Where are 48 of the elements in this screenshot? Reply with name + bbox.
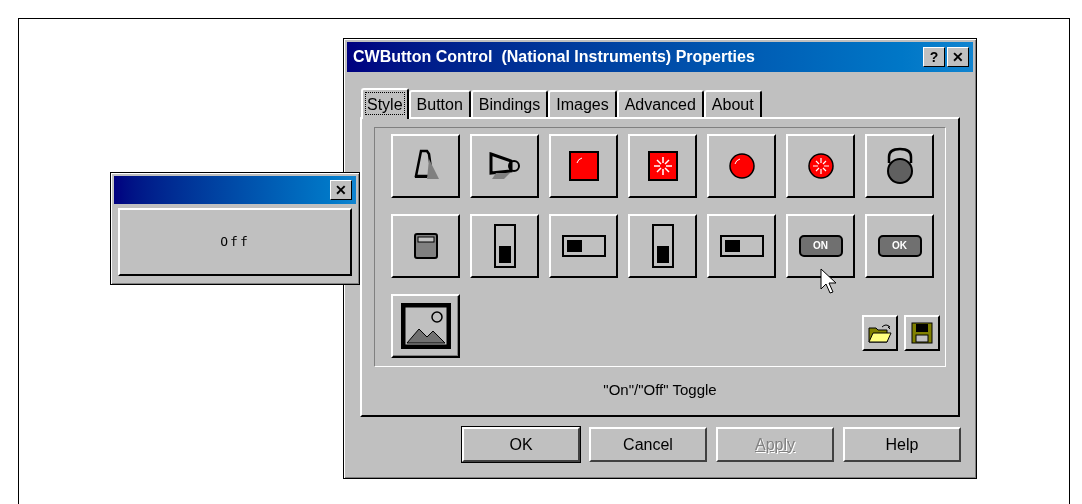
style-option[interactable]: [549, 134, 618, 198]
style-option[interactable]: [470, 214, 539, 278]
dialog-button[interactable]: OK: [462, 427, 580, 462]
window-title: CWButton Control (National Instruments) Properties: [353, 47, 756, 67]
tab[interactable]: Button: [408, 90, 471, 117]
style-option[interactable]: OK: [865, 214, 934, 278]
style-option[interactable]: [628, 134, 697, 198]
style-description: "On"/"Off" Toggle: [603, 380, 717, 400]
open-button[interactable]: [862, 315, 898, 351]
horizontal-switch-icon: [719, 235, 764, 257]
tab[interactable]: Bindings: [470, 90, 549, 117]
square-light-icon: [647, 151, 678, 181]
style-option[interactable]: [786, 134, 855, 198]
style-option[interactable]: ON: [786, 214, 855, 278]
round-light-icon: [727, 152, 756, 180]
style-option[interactable]: [707, 214, 776, 278]
style-label: OK: [891, 241, 908, 251]
round-light-icon: [806, 152, 835, 180]
tab[interactable]: About: [703, 90, 762, 117]
style-option[interactable]: [391, 214, 460, 278]
tab[interactable]: Style: [361, 88, 409, 119]
close-button[interactable]: ✕: [947, 47, 969, 67]
folder-icon: [867, 322, 893, 344]
toggle-button[interactable]: Off: [118, 208, 352, 276]
square-light-icon: [568, 151, 599, 181]
dialog-button[interactable]: Help: [843, 427, 961, 462]
switch-icon: [412, 232, 439, 260]
save-button[interactable]: [904, 315, 940, 351]
tab[interactable]: Advanced: [616, 90, 704, 117]
style-option[interactable]: [391, 294, 460, 358]
horn-icon: [487, 151, 522, 181]
style-option[interactable]: [628, 214, 697, 278]
style-option[interactable]: [470, 134, 539, 198]
horizontal-switch-icon: [561, 235, 606, 257]
style-option[interactable]: [865, 134, 934, 198]
vertical-switch-icon: [493, 224, 516, 268]
knob-icon: [884, 147, 915, 185]
style-option[interactable]: [707, 134, 776, 198]
picture-icon: [398, 301, 453, 351]
dialog-button[interactable]: Cancel: [589, 427, 707, 462]
close-button[interactable]: ✕: [330, 180, 352, 200]
vertical-switch-icon: [651, 224, 674, 268]
cursor-icon: [820, 268, 837, 295]
help-button[interactable]: ?: [923, 47, 945, 67]
style-option[interactable]: [549, 214, 618, 278]
tab[interactable]: Images: [548, 90, 617, 117]
style-label: ON: [812, 241, 829, 251]
style-option[interactable]: [391, 134, 460, 198]
